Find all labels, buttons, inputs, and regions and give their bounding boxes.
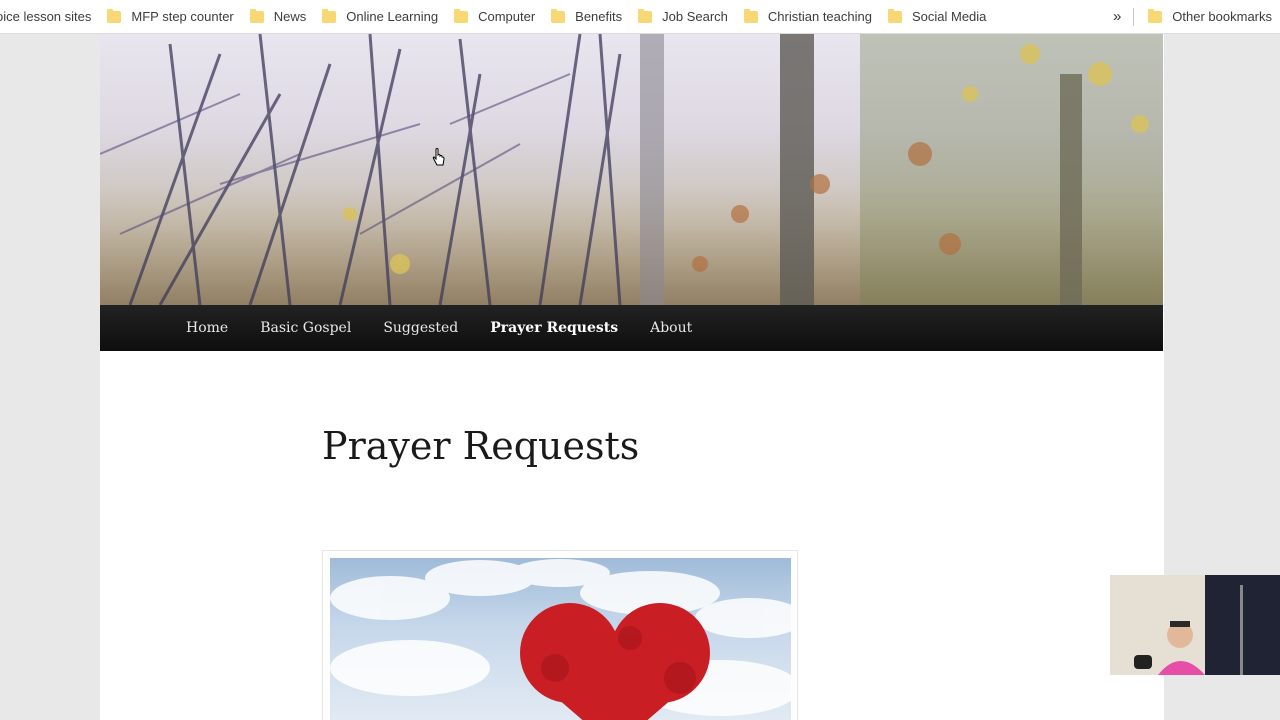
folder-icon — [638, 8, 653, 23]
bookmark-label: Job Search — [662, 9, 728, 24]
main-navigation: Home Basic Gospel Suggested Prayer Reque… — [100, 305, 1163, 351]
heart-tree-image[interactable] — [330, 558, 791, 720]
folder-icon — [551, 8, 566, 23]
bookmark-label: Social Media — [911, 9, 987, 24]
bookmark-social-media[interactable]: Social Media — [880, 4, 994, 30]
header-forest-image — [100, 34, 1163, 305]
folder-icon — [1148, 8, 1163, 23]
mouse-cursor-icon — [432, 148, 445, 166]
webcam-overlay — [1110, 575, 1280, 675]
bookmark-label: News — [273, 9, 307, 24]
bookmark-label: MFP step counter — [131, 9, 234, 24]
bookmark-news[interactable]: News — [242, 4, 315, 30]
nav-item-basic-gospel[interactable]: Basic Gospel — [260, 320, 351, 336]
folder-icon — [887, 8, 902, 23]
bookmark-christian-teaching[interactable]: Christian teaching — [736, 4, 880, 30]
bookmark-job-search[interactable]: Job Search — [630, 4, 736, 30]
folder-icon — [454, 8, 469, 23]
bookmark-mfp-step-counter[interactable]: MFP step counter — [99, 4, 241, 30]
bookmark-voice-lesson-sites[interactable]: oice lesson sites — [0, 4, 99, 30]
page-title: Prayer Requests — [322, 424, 640, 468]
site-page: Home Basic Gospel Suggested Prayer Reque… — [100, 34, 1164, 720]
bookmark-other-bookmarks[interactable]: Other bookmarks — [1140, 4, 1280, 30]
bookmark-label: Online Learning — [346, 9, 439, 24]
nav-item-home[interactable]: Home — [186, 320, 228, 336]
bookmark-label: Computer — [478, 9, 536, 24]
bookmark-label: Other bookmarks — [1172, 9, 1272, 24]
bookmark-label: oice lesson sites — [0, 9, 92, 24]
webcam-presenter-image — [1110, 575, 1280, 675]
bookmarks-divider — [1133, 7, 1135, 26]
bookmark-computer[interactable]: Computer — [446, 4, 543, 30]
featured-image-frame — [322, 550, 798, 720]
forest-illustration — [100, 34, 1163, 305]
bookmark-label: Christian teaching — [767, 9, 872, 24]
folder-icon — [743, 8, 758, 23]
bookmarks-bar: oice lesson sites MFP step counter News … — [0, 0, 1280, 34]
bookmark-label: Benefits — [575, 9, 623, 24]
nav-item-about[interactable]: About — [650, 320, 692, 336]
nav-item-prayer-requests[interactable]: Prayer Requests — [490, 320, 618, 336]
folder-icon — [249, 8, 264, 23]
folder-icon — [322, 8, 337, 23]
bookmark-benefits[interactable]: Benefits — [543, 4, 630, 30]
heart-tree-illustration — [330, 559, 791, 720]
bookmark-online-learning[interactable]: Online Learning — [314, 4, 446, 30]
bookmarks-overflow-chevron-icon[interactable]: » — [1105, 8, 1129, 25]
folder-icon — [107, 8, 122, 23]
nav-item-suggested[interactable]: Suggested — [383, 320, 458, 336]
